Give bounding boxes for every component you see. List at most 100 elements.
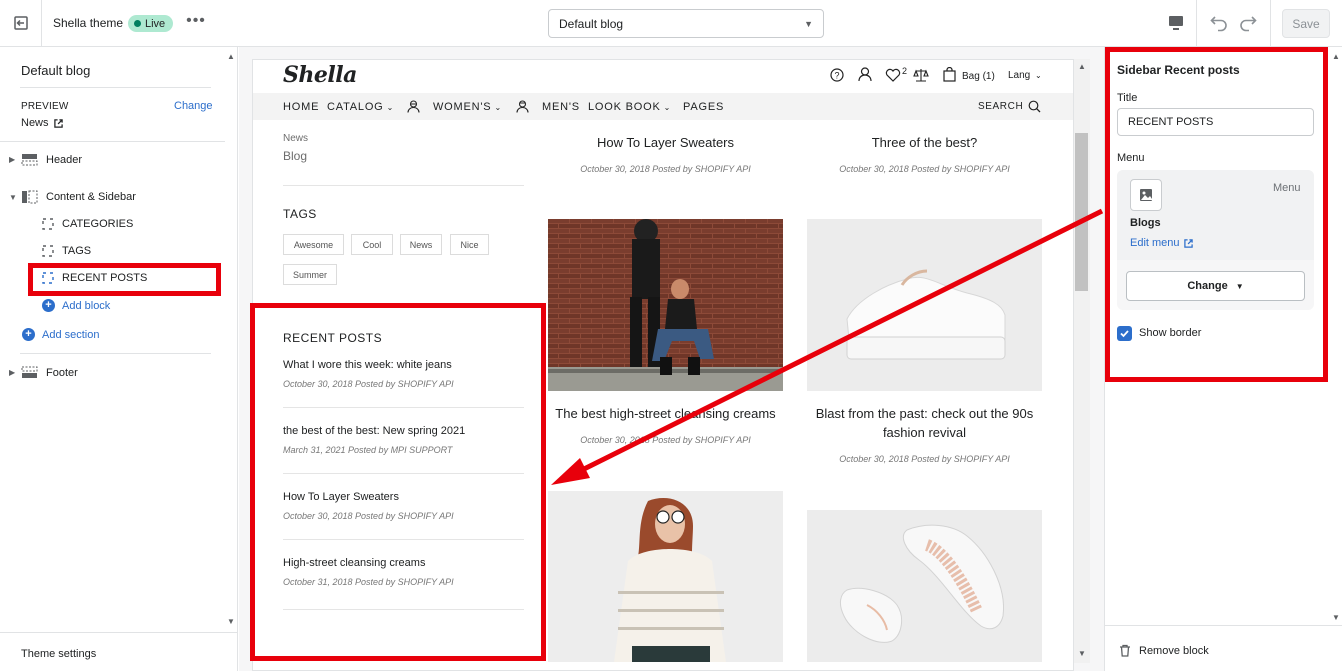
post-title[interactable]: How To Layer Sweaters <box>548 135 783 150</box>
bag-label[interactable]: Bag (1) <box>962 71 995 82</box>
scroll-up-icon[interactable]: ▲ <box>1078 62 1086 71</box>
scroll-down-icon[interactable]: ▼ <box>1332 613 1340 622</box>
save-button[interactable]: Save <box>1282 9 1330 38</box>
post-image[interactable] <box>807 510 1042 662</box>
show-border-label[interactable]: Show border <box>1139 327 1201 339</box>
men-icon <box>516 100 529 113</box>
recent-post-title[interactable]: What I wore this week: white jeans <box>283 359 452 371</box>
sidebar-category-blog[interactable]: Blog <box>283 149 307 163</box>
section-content-sidebar[interactable]: ▼ Content & Sidebar <box>9 190 136 204</box>
desktop-icon <box>1169 16 1183 30</box>
nav-look-book[interactable]: LOOK BOOK ⌄ <box>588 101 671 113</box>
divider <box>283 609 524 610</box>
nav-mens[interactable]: MEN'S <box>542 101 580 113</box>
post-photo-sneaker <box>846 269 1006 360</box>
footer-section-icon <box>21 366 38 378</box>
divider <box>0 141 225 142</box>
header-section-icon <box>21 154 38 166</box>
section-footer[interactable]: ▶ Footer <box>9 366 78 379</box>
selected-menu-name: Blogs <box>1130 217 1161 229</box>
post-image[interactable] <box>807 219 1042 391</box>
post-meta: October 30, 2018 Posted by SHOPIFY API <box>580 164 751 174</box>
post-title[interactable]: Three of the best? <box>807 135 1042 150</box>
tag-chip[interactable]: Awesome <box>283 234 344 255</box>
block-recent-posts[interactable]: RECENT POSTS <box>42 272 147 284</box>
menu-image-icon <box>1130 179 1162 211</box>
post-title-line2[interactable]: fashion revival <box>807 425 1042 440</box>
device-preview-button[interactable] <box>1165 12 1187 34</box>
menu-type-label: Menu <box>1273 182 1301 194</box>
add-block-button[interactable]: + Add block <box>42 299 110 312</box>
compare-icon[interactable] <box>913 68 929 82</box>
exit-icon <box>13 16 28 30</box>
exit-button[interactable] <box>0 0 42 46</box>
recent-post-meta: October 30, 2018 Posted by SHOPIFY API <box>283 379 454 389</box>
post-image[interactable] <box>548 491 783 662</box>
title-input[interactable] <box>1117 108 1314 136</box>
tag-chip[interactable]: Cool <box>351 234 393 255</box>
sidebar-section-icon <box>22 190 38 204</box>
remove-block-button[interactable]: Remove block <box>1119 644 1209 657</box>
recent-post-meta: October 31, 2018 Posted by SHOPIFY API <box>283 577 454 587</box>
trash-icon <box>1120 644 1130 657</box>
more-actions-button[interactable]: ••• <box>186 13 206 34</box>
bag-icon[interactable] <box>943 67 956 82</box>
post-title[interactable]: Blast from the past: check out the 90s <box>807 406 1042 421</box>
right-settings-panel <box>1104 47 1342 671</box>
edit-menu-link[interactable]: Edit menu <box>1130 237 1193 249</box>
nav-search[interactable]: SEARCH <box>978 101 1023 112</box>
wishlist-icon[interactable] <box>885 68 901 82</box>
help-icon[interactable]: ? <box>830 68 844 82</box>
nav-look-book-label: LOOK BOOK <box>588 101 661 113</box>
sidebar-category-news[interactable]: News <box>283 133 308 144</box>
post-photo-brick-wall <box>548 219 783 391</box>
right-scrollbar[interactable]: ▲ ▼ <box>1330 47 1342 627</box>
store-logo[interactable]: Shella <box>283 62 357 88</box>
scroll-down-icon[interactable]: ▼ <box>1078 649 1086 658</box>
preview-change-link[interactable]: Change <box>174 100 213 112</box>
redo-button[interactable] <box>1238 13 1258 33</box>
undo-icon <box>1210 16 1227 32</box>
page-select-value: Default blog <box>559 16 624 31</box>
post-title[interactable]: The best high-street cleansing creams <box>548 406 783 421</box>
block-categories[interactable]: CATEGORIES <box>42 218 133 230</box>
block-categories-label: CATEGORIES <box>62 218 134 230</box>
preview-value[interactable]: News <box>21 117 63 129</box>
nav-pages[interactable]: PAGES <box>683 101 724 113</box>
block-tags[interactable]: TAGS <box>42 245 91 257</box>
image-icon <box>1140 189 1152 201</box>
recent-posts-heading: RECENT POSTS <box>283 331 383 345</box>
nav-home[interactable]: HOME <box>283 101 319 113</box>
tag-chip[interactable]: Summer <box>283 264 337 285</box>
change-menu-button[interactable]: Change ▼ <box>1126 271 1305 301</box>
show-border-checkbox[interactable] <box>1117 326 1132 341</box>
tag-chip[interactable]: Nice <box>450 234 489 255</box>
scroll-down-icon[interactable]: ▼ <box>227 617 235 626</box>
nav-catalog[interactable]: CATALOG ⌄ <box>327 101 394 113</box>
section-footer-label: Footer <box>46 366 78 379</box>
post-meta: October 30, 2018 Posted by SHOPIFY API <box>839 164 1010 174</box>
scroll-up-icon[interactable]: ▲ <box>1332 52 1340 61</box>
undo-button[interactable] <box>1209 13 1229 33</box>
search-icon[interactable] <box>1028 100 1041 113</box>
block-icon <box>42 245 54 257</box>
tag-chip[interactable]: News <box>400 234 442 255</box>
theme-settings-link[interactable]: Theme settings <box>21 648 96 660</box>
add-section-button[interactable]: + Add section <box>22 328 99 341</box>
page-select[interactable]: Default blog ▼ <box>548 9 824 38</box>
caret-down-icon: ▼ <box>804 18 813 29</box>
lang-select[interactable]: Lang ⌄ <box>1008 70 1042 81</box>
left-scrollbar[interactable]: ▲ ▼ <box>225 47 238 629</box>
section-content-sidebar-label: Content & Sidebar <box>46 191 136 203</box>
plus-icon: + <box>42 299 55 312</box>
recent-post-title[interactable]: How To Layer Sweaters <box>283 491 399 503</box>
preview-scroll-thumb[interactable] <box>1075 133 1088 291</box>
theme-name: Shella theme <box>53 16 124 30</box>
account-icon[interactable] <box>858 67 872 82</box>
scroll-up-icon[interactable]: ▲ <box>227 52 235 61</box>
recent-post-title[interactable]: the best of the best: New spring 2021 <box>283 425 465 437</box>
recent-post-title[interactable]: High-street cleansing creams <box>283 557 425 569</box>
post-image[interactable] <box>548 219 783 391</box>
nav-womens[interactable]: WOMEN'S ⌄ <box>433 101 502 113</box>
section-header[interactable]: ▶ Header <box>9 153 82 166</box>
